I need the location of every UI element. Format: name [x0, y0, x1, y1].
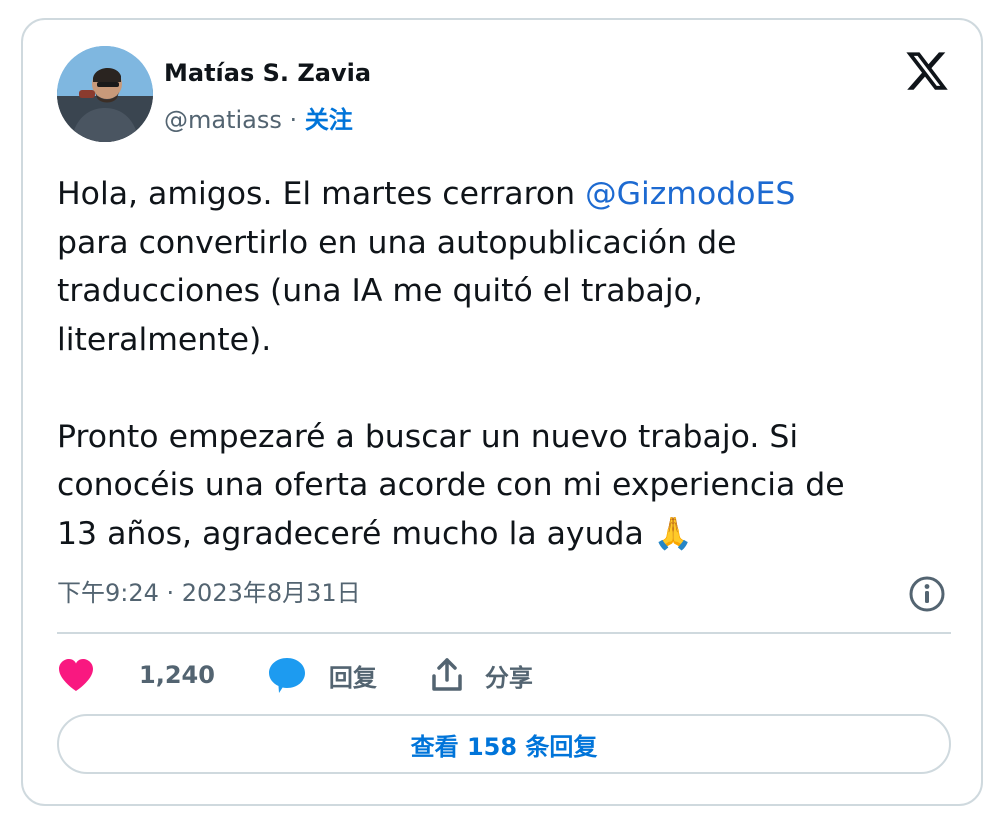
x-logo-icon[interactable] [904, 48, 950, 94]
heart-icon [57, 658, 95, 692]
info-icon[interactable] [908, 575, 946, 613]
reply-bubble-icon [267, 656, 307, 694]
tweet-card: Matías S. Zavia @matiass · 关注 Hola, amig… [21, 18, 983, 806]
author-handle-row: @matiass · 关注 [164, 104, 353, 136]
avatar-photo [57, 46, 153, 142]
like-button[interactable]: 1,240 [57, 658, 215, 692]
tweet-text-part-2: para convertirlo en una autopublicación … [57, 224, 845, 552]
mention-link[interactable]: @GizmodoES [585, 176, 795, 212]
avatar[interactable] [57, 46, 153, 142]
reply-button[interactable]: 回复 [267, 656, 377, 694]
author-handle[interactable]: @matiass [164, 106, 282, 134]
tweet-text-part-1: Hola, amigos. El martes cerraron [57, 176, 586, 212]
handle-separator: · [289, 106, 298, 134]
pray-emoji: 🙏 [653, 515, 694, 552]
follow-button[interactable]: 关注 [305, 106, 353, 134]
share-button[interactable]: 分享 [429, 657, 533, 693]
reply-label: 回复 [328, 663, 377, 692]
share-upload-icon [429, 657, 465, 693]
tweet-timestamp[interactable]: 下午9:24 · 2023年8月31日 [57, 576, 361, 610]
share-label: 分享 [484, 663, 533, 692]
tweet-text: Hola, amigos. El martes cerraron @Gizmod… [57, 170, 937, 558]
like-count: 1,240 [139, 661, 215, 689]
view-replies-label: 查看 158 条回复 [410, 732, 598, 761]
author-name[interactable]: Matías S. Zavia [164, 58, 371, 88]
view-replies-button[interactable]: 查看 158 条回复 [57, 714, 951, 774]
action-bar: 1,240 回复 分享 [57, 652, 585, 698]
divider [57, 632, 951, 634]
